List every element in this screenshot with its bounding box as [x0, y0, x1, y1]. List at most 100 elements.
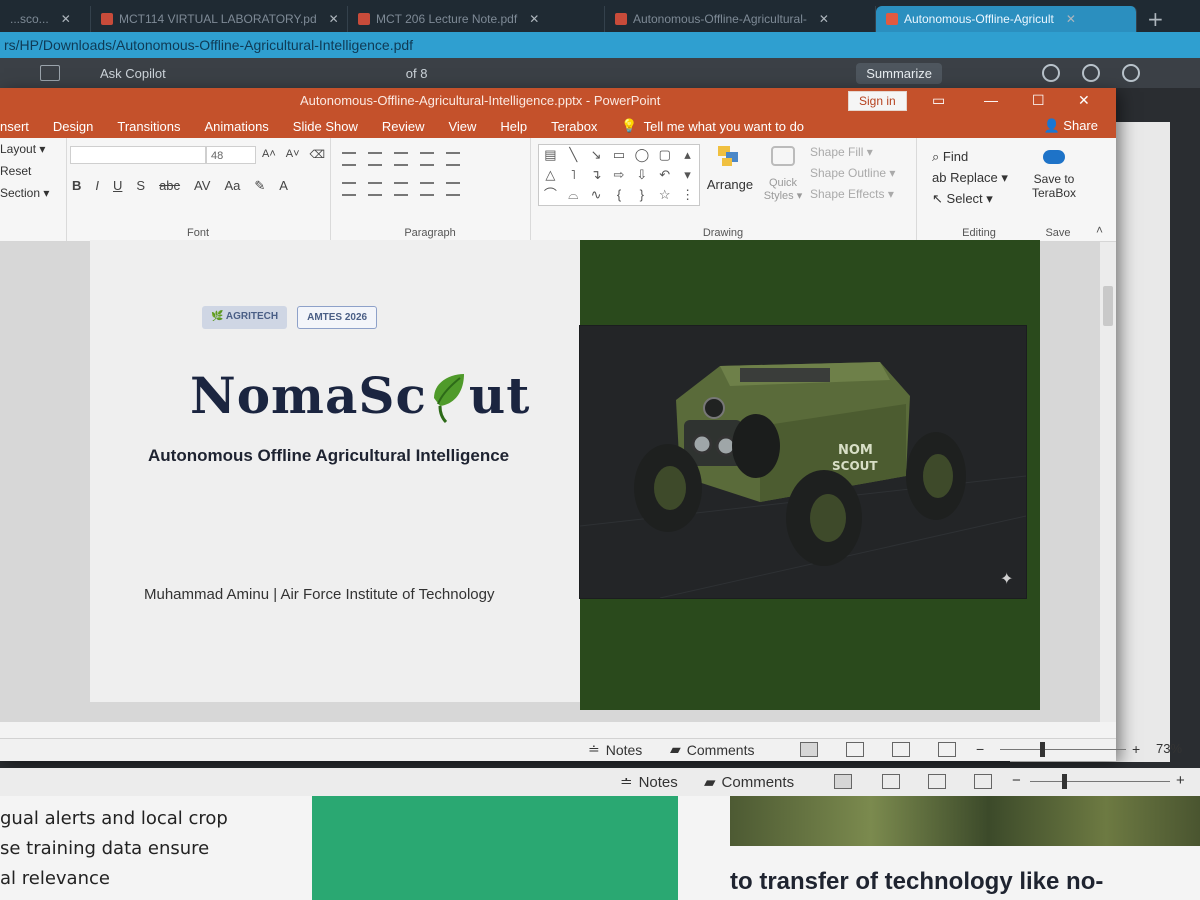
ribbon-display-icon[interactable]: ▭ — [932, 92, 945, 109]
quick-styles-button[interactable]: Quick Styles ▾ — [758, 144, 808, 202]
normal-view-icon[interactable] — [834, 774, 852, 789]
refresh-icon[interactable] — [1082, 64, 1100, 82]
tab-review[interactable]: Review — [382, 119, 425, 134]
numbering-icon[interactable] — [368, 152, 382, 166]
increase-indent-icon[interactable] — [420, 152, 434, 166]
zoom-out-icon[interactable]: − — [976, 741, 984, 757]
font-color-icon[interactable]: A — [279, 178, 288, 194]
select-button[interactable]: ↖ Select ▾ — [932, 188, 1008, 209]
rectangle-shape-icon[interactable]: ▭ — [608, 145, 631, 165]
curve-shape-icon[interactable]: ⌒ — [539, 185, 562, 205]
settings-icon[interactable] — [1122, 64, 1140, 82]
right-brace-shape-icon[interactable]: } — [630, 185, 653, 205]
zoom-slider-thumb[interactable] — [1040, 742, 1045, 757]
shapes-gallery[interactable]: ▤ ╲ ↘ ▭ ◯ ▢ ▴ △ ˥ ↴ ⇨ ⇩ ↶ ▾ ⌒ ⌓ ∿ { } ☆ — [538, 144, 700, 206]
change-case-icon[interactable]: Aa — [224, 178, 240, 194]
triangle-shape-icon[interactable]: △ — [539, 165, 562, 185]
align-center-icon[interactable] — [368, 182, 382, 196]
favorite-icon[interactable] — [1042, 64, 1060, 82]
scroll-thumb[interactable] — [1103, 286, 1113, 326]
browser-tab[interactable]: Autonomous-Offline-Agricultural- ✕ — [605, 6, 876, 32]
shape-fill-button[interactable]: Shape Fill ▾ — [810, 142, 895, 163]
decrease-indent-icon[interactable] — [394, 152, 408, 166]
tab-design[interactable]: Design — [53, 119, 93, 134]
replace-button[interactable]: ab Replace ▾ — [932, 167, 1008, 188]
line-shape-icon[interactable]: ╲ — [562, 145, 585, 165]
ask-copilot-button[interactable]: Ask Copilot — [100, 66, 166, 81]
shrink-font-icon[interactable]: A˅ — [286, 148, 300, 161]
down-arrow-shape-icon[interactable]: ⇩ — [630, 165, 653, 185]
reading-view-icon[interactable] — [928, 774, 946, 789]
zoom-in-icon[interactable]: + — [1132, 741, 1140, 757]
close-icon[interactable]: ✕ — [329, 12, 339, 26]
slide-show-icon[interactable] — [974, 774, 992, 789]
layout-button[interactable]: Layout ▾ — [0, 142, 45, 156]
underline-icon[interactable]: U — [113, 178, 122, 194]
zoom-slider-thumb[interactable] — [1062, 774, 1067, 789]
elbow-connector-icon[interactable]: ˥ — [562, 165, 585, 185]
line-spacing-icon[interactable] — [446, 152, 460, 166]
notes-button[interactable]: ≐ Notes — [620, 773, 678, 792]
arc-shape-icon[interactable]: ⌓ — [562, 185, 585, 205]
tab-slide-show[interactable]: Slide Show — [293, 119, 358, 134]
tab-animations[interactable]: Animations — [204, 119, 268, 134]
maximize-icon[interactable]: ☐ — [1032, 92, 1045, 109]
shadow-icon[interactable]: S — [136, 178, 145, 194]
align-right-icon[interactable] — [394, 182, 408, 196]
find-button[interactable]: ⌕ Find — [932, 146, 1008, 167]
left-brace-shape-icon[interactable]: { — [608, 185, 631, 205]
zoom-out-icon[interactable]: − — [1012, 772, 1021, 789]
comments-button[interactable]: ▰ Comments — [670, 741, 754, 758]
sign-in-button[interactable]: Sign in — [848, 91, 907, 111]
slide-show-icon[interactable] — [938, 742, 956, 757]
browser-tab[interactable]: MCT 206 Lecture Note.pdf ✕ — [348, 6, 605, 32]
shape-effects-button[interactable]: Shape Effects ▾ — [810, 184, 895, 205]
italic-icon[interactable]: I — [95, 178, 99, 194]
section-button[interactable]: Section ▾ — [0, 186, 49, 200]
freeform-shape-icon[interactable]: ∿ — [585, 185, 608, 205]
close-icon[interactable]: ✕ — [1078, 92, 1090, 109]
share-button[interactable]: 👤 Share — [1043, 118, 1098, 134]
slide[interactable]: 🌿 AGRITECH AMTES 2026 NomaSc ut Autonomo… — [90, 240, 1040, 710]
right-arrow-shape-icon[interactable]: ⇨ — [608, 165, 631, 185]
tell-me-search[interactable]: 💡 Tell me what you want to do — [621, 118, 804, 134]
arrow-shape-icon[interactable]: ↘ — [585, 145, 608, 165]
zoom-slider[interactable] — [1000, 749, 1126, 750]
summarize-button[interactable]: Summarize — [856, 62, 942, 84]
sidebar-toggle-icon[interactable] — [40, 65, 60, 81]
char-spacing-icon[interactable]: AV — [194, 178, 210, 194]
reading-view-icon[interactable] — [892, 742, 910, 757]
align-left-icon[interactable] — [342, 182, 356, 196]
slide-sorter-icon[interactable] — [882, 774, 900, 789]
zoom-in-icon[interactable]: + — [1176, 772, 1185, 789]
browser-tab[interactable]: ...sco... ✕ — [0, 6, 91, 32]
font-size-input[interactable]: 48 — [206, 146, 256, 164]
save-to-terabox-button[interactable]: Save to TeraBox — [1024, 146, 1084, 200]
close-icon[interactable]: ✕ — [61, 12, 71, 26]
tab-insert[interactable]: nsert — [0, 119, 29, 134]
columns-icon[interactable] — [446, 182, 460, 196]
minimize-icon[interactable]: — — [984, 92, 998, 108]
grow-font-icon[interactable]: A˄ — [262, 148, 276, 161]
normal-view-icon[interactable] — [800, 742, 818, 757]
notes-button[interactable]: ≐ Notes — [588, 741, 642, 758]
justify-icon[interactable] — [420, 182, 434, 196]
tab-terabox[interactable]: Terabox — [551, 119, 597, 134]
more-shapes-icon[interactable]: ⋮ — [676, 185, 699, 205]
browser-tab-active[interactable]: Autonomous-Offline-Agricult ✕ — [876, 6, 1137, 32]
new-tab-icon[interactable]: + — [1137, 6, 1174, 32]
vertical-scrollbar[interactable] — [1100, 242, 1116, 722]
shape-outline-button[interactable]: Shape Outline ▾ — [810, 163, 895, 184]
text-box-shape-icon[interactable]: ▤ — [539, 145, 562, 165]
browser-tab[interactable]: MCT114 VIRTUAL LABORATORY.pd ✕ — [91, 6, 348, 32]
tab-transitions[interactable]: Transitions — [117, 119, 180, 134]
font-name-input[interactable] — [70, 146, 206, 164]
zoom-slider[interactable] — [1030, 781, 1170, 782]
clear-format-icon[interactable]: ⌫ — [310, 148, 326, 161]
oval-shape-icon[interactable]: ◯ — [630, 145, 653, 165]
zoom-level[interactable]: 73% — [1156, 741, 1182, 756]
scroll-up-icon[interactable]: ▴ — [676, 145, 699, 165]
highlight-icon[interactable]: ✎ — [254, 178, 265, 194]
slide-sorter-icon[interactable] — [846, 742, 864, 757]
tab-help[interactable]: Help — [500, 119, 527, 134]
